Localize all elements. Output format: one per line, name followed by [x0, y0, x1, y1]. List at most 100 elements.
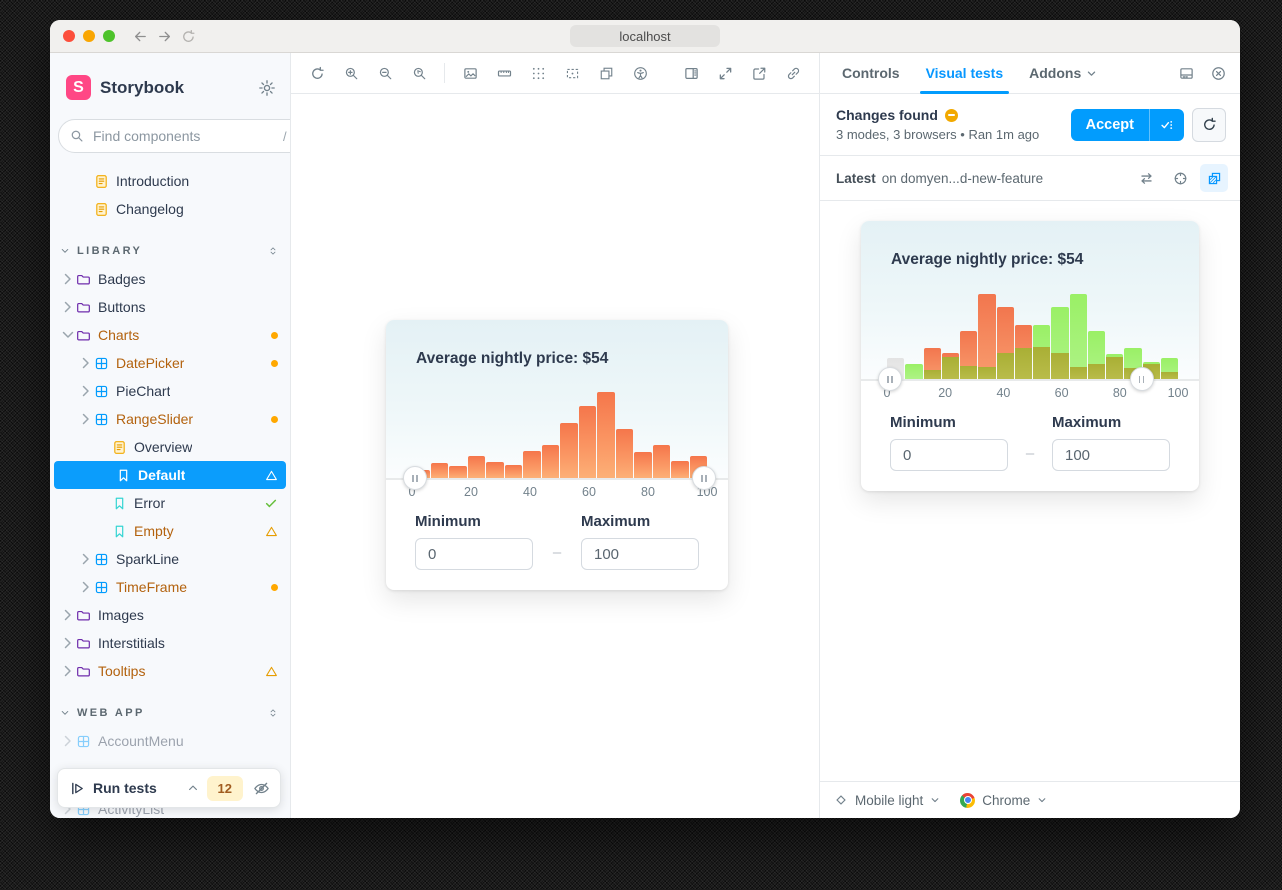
sidebar-item-introduction[interactable]: Introduction — [50, 167, 290, 195]
test-count-badge[interactable]: 12 — [207, 776, 243, 801]
show-diff-icon[interactable] — [1200, 164, 1228, 192]
swap-comparison-icon[interactable] — [1132, 164, 1160, 192]
panel-button[interactable] — [677, 59, 705, 87]
run-tests-icon[interactable] — [70, 781, 85, 796]
run-tests-label[interactable]: Run tests — [93, 780, 179, 796]
copy-link-icon — [786, 66, 801, 81]
histogram-bar — [905, 364, 922, 379]
histogram-bars — [887, 294, 1178, 379]
section-label: WEB APP — [77, 707, 268, 719]
inspect-target-icon[interactable] — [1166, 164, 1194, 192]
min-slider-handle[interactable] — [403, 466, 427, 490]
address-bar[interactable]: localhost — [570, 25, 720, 47]
item-label: Changelog — [116, 201, 184, 217]
sidebar-item-images[interactable]: Images — [50, 601, 290, 629]
item-label: TimeFrame — [116, 579, 187, 595]
histogram-bar — [579, 406, 597, 478]
sidebar-item-piechart[interactable]: PieChart — [50, 377, 290, 405]
background-button[interactable] — [456, 59, 484, 87]
sidebar-item-badges[interactable]: Badges — [50, 265, 290, 293]
measure-button[interactable] — [558, 59, 586, 87]
expand-all-icon[interactable] — [268, 708, 278, 718]
forward-icon[interactable] — [157, 29, 172, 44]
back-icon[interactable] — [133, 29, 148, 44]
settings-gear-icon[interactable] — [258, 79, 276, 97]
panel-position-icon[interactable] — [1172, 59, 1200, 87]
toolbar-divider — [444, 63, 445, 83]
histogram-bar — [924, 348, 941, 379]
close-panel-icon[interactable] — [1204, 59, 1232, 87]
minimum-input[interactable] — [415, 538, 533, 570]
sidebar-item-sparkline[interactable]: SparkLine — [50, 545, 290, 573]
sidebar-item-accountmenu[interactable]: AccountMenu — [50, 727, 290, 755]
histogram-bar — [560, 423, 578, 478]
copy-link-button[interactable] — [779, 59, 807, 87]
max-slider-handle[interactable] — [692, 466, 716, 490]
sidebar-item-datepicker[interactable]: DatePicker — [50, 349, 290, 377]
watch-mode-icon[interactable] — [253, 780, 270, 797]
open-new-tab-button[interactable] — [745, 59, 773, 87]
zoom-out-button[interactable] — [371, 59, 399, 87]
sidebar-item-timeframe[interactable]: TimeFrame — [50, 573, 290, 601]
axis-tick-label: 20 — [938, 386, 952, 400]
reload-icon[interactable] — [181, 29, 196, 44]
chevron-up-icon[interactable] — [187, 782, 199, 794]
chrome-icon — [960, 793, 975, 808]
sidebar-item-charts[interactable]: Charts — [50, 321, 290, 349]
tab-addons[interactable]: Addons — [1023, 53, 1103, 93]
sidebar-item-tooltips[interactable]: Tooltips — [50, 657, 290, 685]
mode-select[interactable]: Mobile light — [834, 793, 940, 808]
search-input[interactable] — [91, 127, 276, 145]
outline-button[interactable] — [592, 59, 620, 87]
accept-button[interactable]: Accept — [1071, 109, 1149, 141]
snapshot-card[interactable]: Average nightly price: $54020406080100Mi… — [861, 221, 1199, 491]
zoom-in-button[interactable] — [337, 59, 365, 87]
maximum-input[interactable] — [581, 538, 699, 570]
chevron-down-icon — [1086, 68, 1097, 79]
sidebar-item-buttons[interactable]: Buttons — [50, 293, 290, 321]
window-controls — [63, 30, 115, 42]
component-icon — [76, 734, 91, 749]
chevron-right-icon — [60, 299, 76, 315]
viewport-button[interactable] — [490, 59, 518, 87]
measure-icon — [565, 66, 580, 81]
panel-icon — [684, 66, 699, 81]
sidebar-item-error[interactable]: Error — [50, 489, 290, 517]
accessibility-button[interactable] — [626, 59, 654, 87]
accept-menu-button[interactable] — [1149, 109, 1184, 141]
histogram-bar — [523, 451, 541, 478]
expand-all-icon[interactable] — [268, 246, 278, 256]
sidebar-item-interstitials[interactable]: Interstitials — [50, 629, 290, 657]
minimize-window-button[interactable] — [83, 30, 95, 42]
zoom-reset-button[interactable] — [405, 59, 433, 87]
fullscreen-button[interactable] — [711, 59, 739, 87]
collapse-section-icon[interactable] — [60, 708, 70, 718]
canvas-pane: Average nightly price: $54020406080100Mi… — [291, 53, 819, 818]
item-label: Error — [134, 495, 165, 511]
sidebar-item-rangeslider[interactable]: RangeSlider — [50, 405, 290, 433]
maximize-window-button[interactable] — [103, 30, 115, 42]
diff-overlap-segment — [1088, 364, 1105, 379]
browser-select[interactable]: Chrome — [960, 793, 1047, 808]
item-label: Images — [98, 607, 144, 623]
changed-dot-icon — [271, 360, 278, 367]
sidebar-item-changelog[interactable]: Changelog — [50, 195, 290, 223]
tab-controls[interactable]: Controls — [836, 53, 906, 93]
sidebar-item-default[interactable]: Default — [54, 461, 286, 489]
close-window-button[interactable] — [63, 30, 75, 42]
sidebar-item-empty[interactable]: Empty — [50, 517, 290, 545]
card-padding — [386, 570, 728, 590]
sidebar-section-library: LIBRARY — [50, 237, 290, 265]
remount-button[interactable] — [303, 59, 331, 87]
diff-overlap-segment — [924, 370, 941, 379]
grid-button[interactable] — [524, 59, 552, 87]
histogram-bar — [960, 331, 977, 379]
diff-overlap-segment — [942, 357, 959, 379]
changed-dot-icon — [271, 584, 278, 591]
rerun-tests-button[interactable] — [1192, 108, 1226, 142]
collapse-section-icon[interactable] — [60, 246, 70, 256]
zoom-out-icon — [378, 66, 393, 81]
tab-visual-tests[interactable]: Visual tests — [920, 53, 1010, 93]
search-box[interactable]: / — [58, 119, 291, 153]
sidebar-item-overview[interactable]: Overview — [50, 433, 290, 461]
